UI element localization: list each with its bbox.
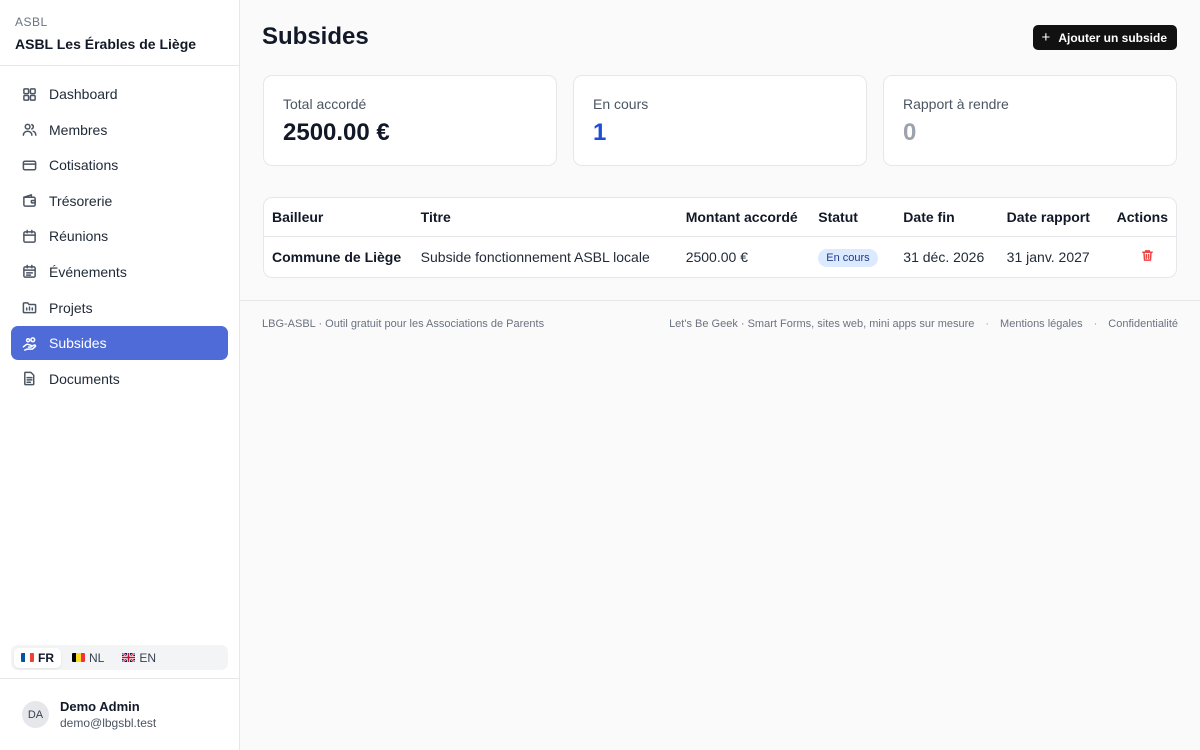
uk-flag-icon — [122, 653, 136, 662]
lang-code: EN — [139, 650, 157, 665]
status-badge: En cours — [818, 248, 878, 267]
sidebar-item-dashboard[interactable]: Dashboard — [11, 77, 228, 111]
stat-value: 0 — [903, 119, 917, 146]
sidebar-item-label: Réunions — [49, 228, 109, 245]
sidebar-item-label: Trésorerie — [49, 192, 113, 209]
stat-label: Rapport à rendre — [903, 96, 1009, 112]
footer-link-confidentialite[interactable]: Confidentialité — [1108, 318, 1178, 330]
column-header: Actions — [1108, 198, 1176, 237]
sidebar-item-projets[interactable]: Projets — [11, 291, 228, 325]
sidebar-nav: Dashboard Membres Cotisations Trésorerie… — [0, 66, 239, 396]
sidebar-item-membres[interactable]: Membres — [11, 113, 228, 147]
sidebar-item-subsides[interactable]: Subsides — [11, 326, 228, 361]
sidebar-item-label: Dashboard — [49, 86, 118, 102]
sidebar-item-label: Documents — [49, 370, 120, 387]
sidebar-item-label: Subsides — [49, 335, 107, 352]
wallet-icon — [21, 193, 37, 209]
sidebar-item-cotisations[interactable]: Cotisations — [11, 148, 228, 182]
cell-statut: En cours — [810, 236, 895, 277]
document-icon — [21, 371, 37, 387]
table-row[interactable]: Commune de Liège Subside fonctionnement … — [264, 236, 1176, 277]
org-header: ASBL ASBL Les Érables de Liège — [0, 0, 239, 66]
sidebar-item-reunions[interactable]: Réunions — [11, 219, 228, 253]
main-content: Subsides + Ajouter un subside Total acco… — [240, 0, 1200, 750]
table-header-row: Bailleur Titre Montant accordé Statut Da… — [264, 198, 1176, 237]
column-header: Bailleur — [264, 198, 413, 237]
stat-card-total: Total accordé 2500.00 € — [263, 75, 557, 166]
cell-date-rapport: 31 janv. 2027 — [1006, 249, 1090, 266]
column-header: Date rapport — [998, 198, 1109, 237]
sidebar-item-documents[interactable]: Documents — [11, 362, 228, 396]
avatar: DA — [22, 701, 49, 728]
trash-icon[interactable] — [1141, 249, 1154, 262]
subsides-table: Bailleur Titre Montant accordé Statut Da… — [263, 197, 1177, 278]
belgium-flag-icon — [72, 653, 85, 662]
lang-option-en[interactable]: EN — [115, 648, 163, 668]
stat-value: 2500.00 € — [283, 119, 390, 146]
cell-actions — [1109, 236, 1176, 277]
sidebar-item-label: Membres — [49, 121, 108, 138]
add-subside-label: Ajouter un subside — [1058, 30, 1167, 45]
sidebar-item-label: Événements — [49, 263, 127, 280]
stat-card-rapport: Rapport à rendre 0 — [883, 75, 1177, 166]
sidebar-item-label: Projets — [49, 299, 93, 316]
org-name: ASBL Les Érables de Liège — [15, 36, 197, 52]
stat-label: En cours — [593, 96, 649, 112]
footer-link-letsbegeek[interactable]: Let's Be Geek · Smart Forms, sites web, … — [669, 318, 974, 330]
calendar-icon — [21, 228, 37, 244]
user-name: Demo Admin — [60, 698, 140, 714]
calendar-event-icon — [21, 264, 37, 280]
sidebar: ASBL ASBL Les Érables de Liège Dashboard… — [0, 0, 240, 750]
stats-cards: Total accordé 2500.00 € En cours 1 Rappo… — [263, 75, 1177, 166]
cell-titre: Subside fonctionnement ASBL locale — [420, 249, 650, 266]
user-profile[interactable]: DA Demo Admin demo@lbgsbl.test — [0, 678, 239, 750]
user-email: demo@lbgsbl.test — [60, 715, 157, 730]
footer-separator: · — [985, 318, 990, 330]
sidebar-item-evenements[interactable]: Événements — [11, 255, 228, 289]
cell-bailleur: Commune de Liège — [272, 249, 402, 266]
org-type: ASBL — [15, 15, 48, 29]
footer-link-mentions[interactable]: Mentions légales — [1000, 318, 1083, 330]
footer-tagline: LBG-ASBL · Outil gratuit pour les Associ… — [262, 318, 545, 330]
language-switcher: FR NL EN — [11, 645, 228, 670]
lang-option-nl[interactable]: NL — [65, 648, 111, 668]
page-title: Subsides — [262, 23, 369, 50]
column-header: Titre — [412, 198, 678, 237]
column-header: Statut — [810, 198, 896, 237]
plus-icon: + — [1041, 29, 1051, 46]
cell-montant: 2500.00 € — [685, 249, 748, 266]
footer-links: Let's Be Geek · Smart Forms, sites web, … — [669, 318, 1178, 330]
folder-icon — [21, 300, 37, 316]
column-header: Date fin — [895, 198, 999, 237]
column-header: Montant accordé — [677, 198, 811, 237]
lang-code: NL — [89, 650, 105, 665]
stat-value: 1 — [593, 119, 607, 146]
footer: LBG-ASBL · Outil gratuit pour les Associ… — [240, 300, 1200, 350]
sidebar-item-tresorerie[interactable]: Trésorerie — [11, 184, 228, 218]
france-flag-icon — [21, 653, 34, 662]
users-icon — [21, 122, 37, 138]
add-subside-button[interactable]: + Ajouter un subside — [1032, 25, 1177, 50]
credit-card-icon — [21, 157, 37, 173]
lang-option-fr[interactable]: FR — [14, 647, 61, 668]
hand-coins-icon — [21, 335, 37, 351]
dashboard-icon — [21, 86, 37, 102]
lang-code: FR — [38, 650, 54, 665]
stat-card-en-cours: En cours 1 — [573, 75, 867, 166]
cell-date-fin: 31 déc. 2026 — [903, 249, 985, 266]
sidebar-item-label: Cotisations — [49, 157, 119, 174]
footer-separator: · — [1093, 318, 1098, 330]
stat-label: Total accordé — [283, 96, 367, 112]
